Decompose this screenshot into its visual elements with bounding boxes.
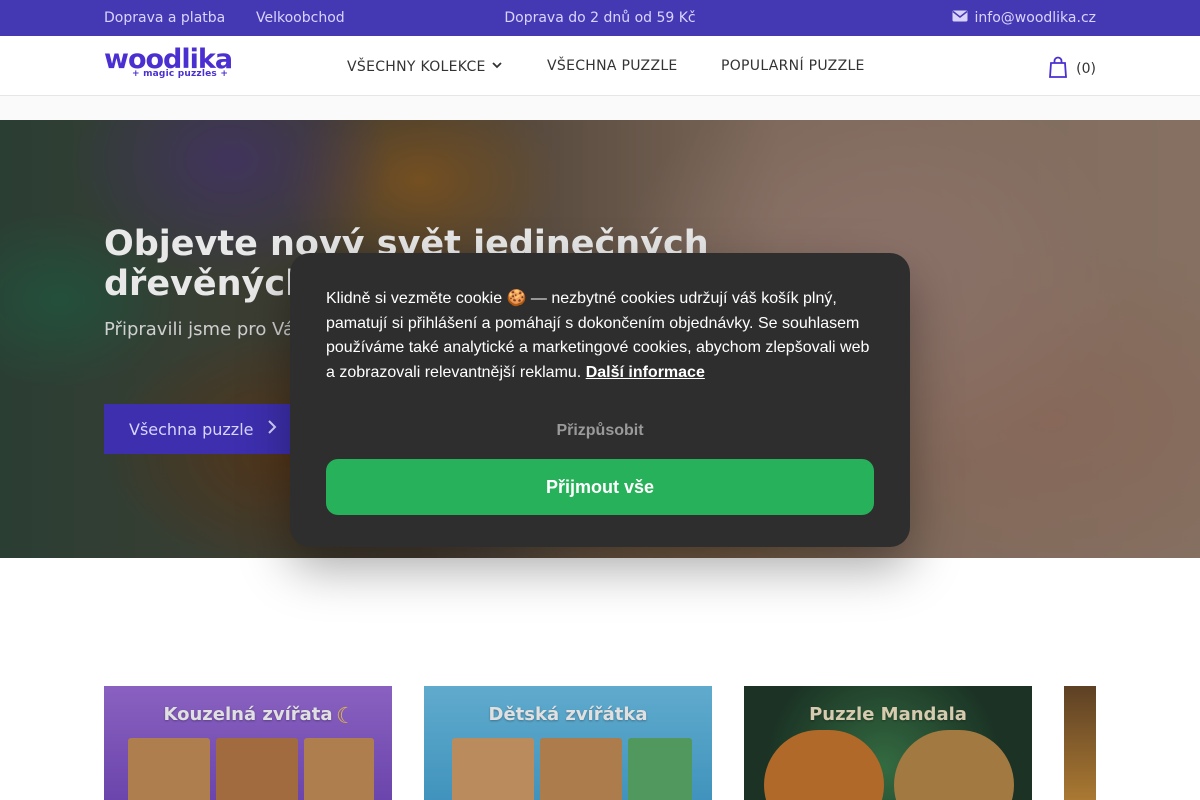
cart-button[interactable]: (0) bbox=[1048, 56, 1096, 82]
more-info-link[interactable]: Další informace bbox=[586, 364, 705, 381]
logo[interactable]: woodlika + magic puzzles + bbox=[104, 44, 250, 84]
accept-all-button[interactable]: Přijmout vše bbox=[326, 459, 874, 515]
chevron-right-icon bbox=[267, 419, 277, 439]
nav-all-collections[interactable]: VŠECHNY KOLEKCE bbox=[347, 58, 504, 76]
header-divider-strip bbox=[0, 96, 1200, 120]
button-label: Všechna puzzle bbox=[129, 419, 254, 439]
envelope-icon bbox=[952, 10, 968, 26]
email-text: info@woodlika.cz bbox=[974, 10, 1096, 26]
top-bar: Doprava a platba Velkoobchod Doprava do … bbox=[0, 0, 1200, 36]
nav-label: VŠECHNY KOLEKCE bbox=[347, 59, 486, 75]
collection-card[interactable]: Puzzle Mandala bbox=[744, 686, 1032, 800]
card-overlay bbox=[744, 686, 1032, 800]
email-contact[interactable]: info@woodlika.cz bbox=[952, 10, 1096, 26]
collection-card-partial[interactable] bbox=[1064, 686, 1096, 800]
nav-label: VŠECHNA PUZZLE bbox=[547, 58, 678, 74]
collection-card[interactable]: Kouzelná zvířata ☾ bbox=[104, 686, 392, 800]
cookie-message: Klidně si vezměte cookie 🍪 — nezbytné co… bbox=[326, 287, 876, 385]
nav-all-puzzles[interactable]: VŠECHNA PUZZLE bbox=[547, 58, 678, 74]
logo-tagline: + magic puzzles + bbox=[132, 69, 229, 79]
collections-row: Kouzelná zvířata ☾ Dětská zvířátka Puzzl… bbox=[104, 686, 1096, 800]
cart-count: (0) bbox=[1076, 61, 1096, 77]
nav-label: POPULARNÍ PUZZLE bbox=[721, 58, 865, 74]
chevron-down-icon bbox=[490, 58, 504, 76]
card-overlay bbox=[1064, 686, 1096, 800]
card-overlay bbox=[424, 686, 712, 800]
card-overlay bbox=[104, 686, 392, 800]
cookie-consent-dialog: Klidně si vezměte cookie 🍪 — nezbytné co… bbox=[290, 253, 910, 547]
customize-button[interactable]: Přizpůsobit bbox=[290, 422, 910, 440]
all-puzzles-button[interactable]: Všechna puzzle bbox=[104, 404, 298, 454]
nav-popular-puzzles[interactable]: POPULARNÍ PUZZLE bbox=[721, 58, 865, 74]
shopping-bag-icon bbox=[1048, 56, 1068, 82]
main-header: woodlika + magic puzzles + VŠECHNY KOLEK… bbox=[0, 36, 1200, 96]
collection-card[interactable]: Dětská zvířátka bbox=[424, 686, 712, 800]
